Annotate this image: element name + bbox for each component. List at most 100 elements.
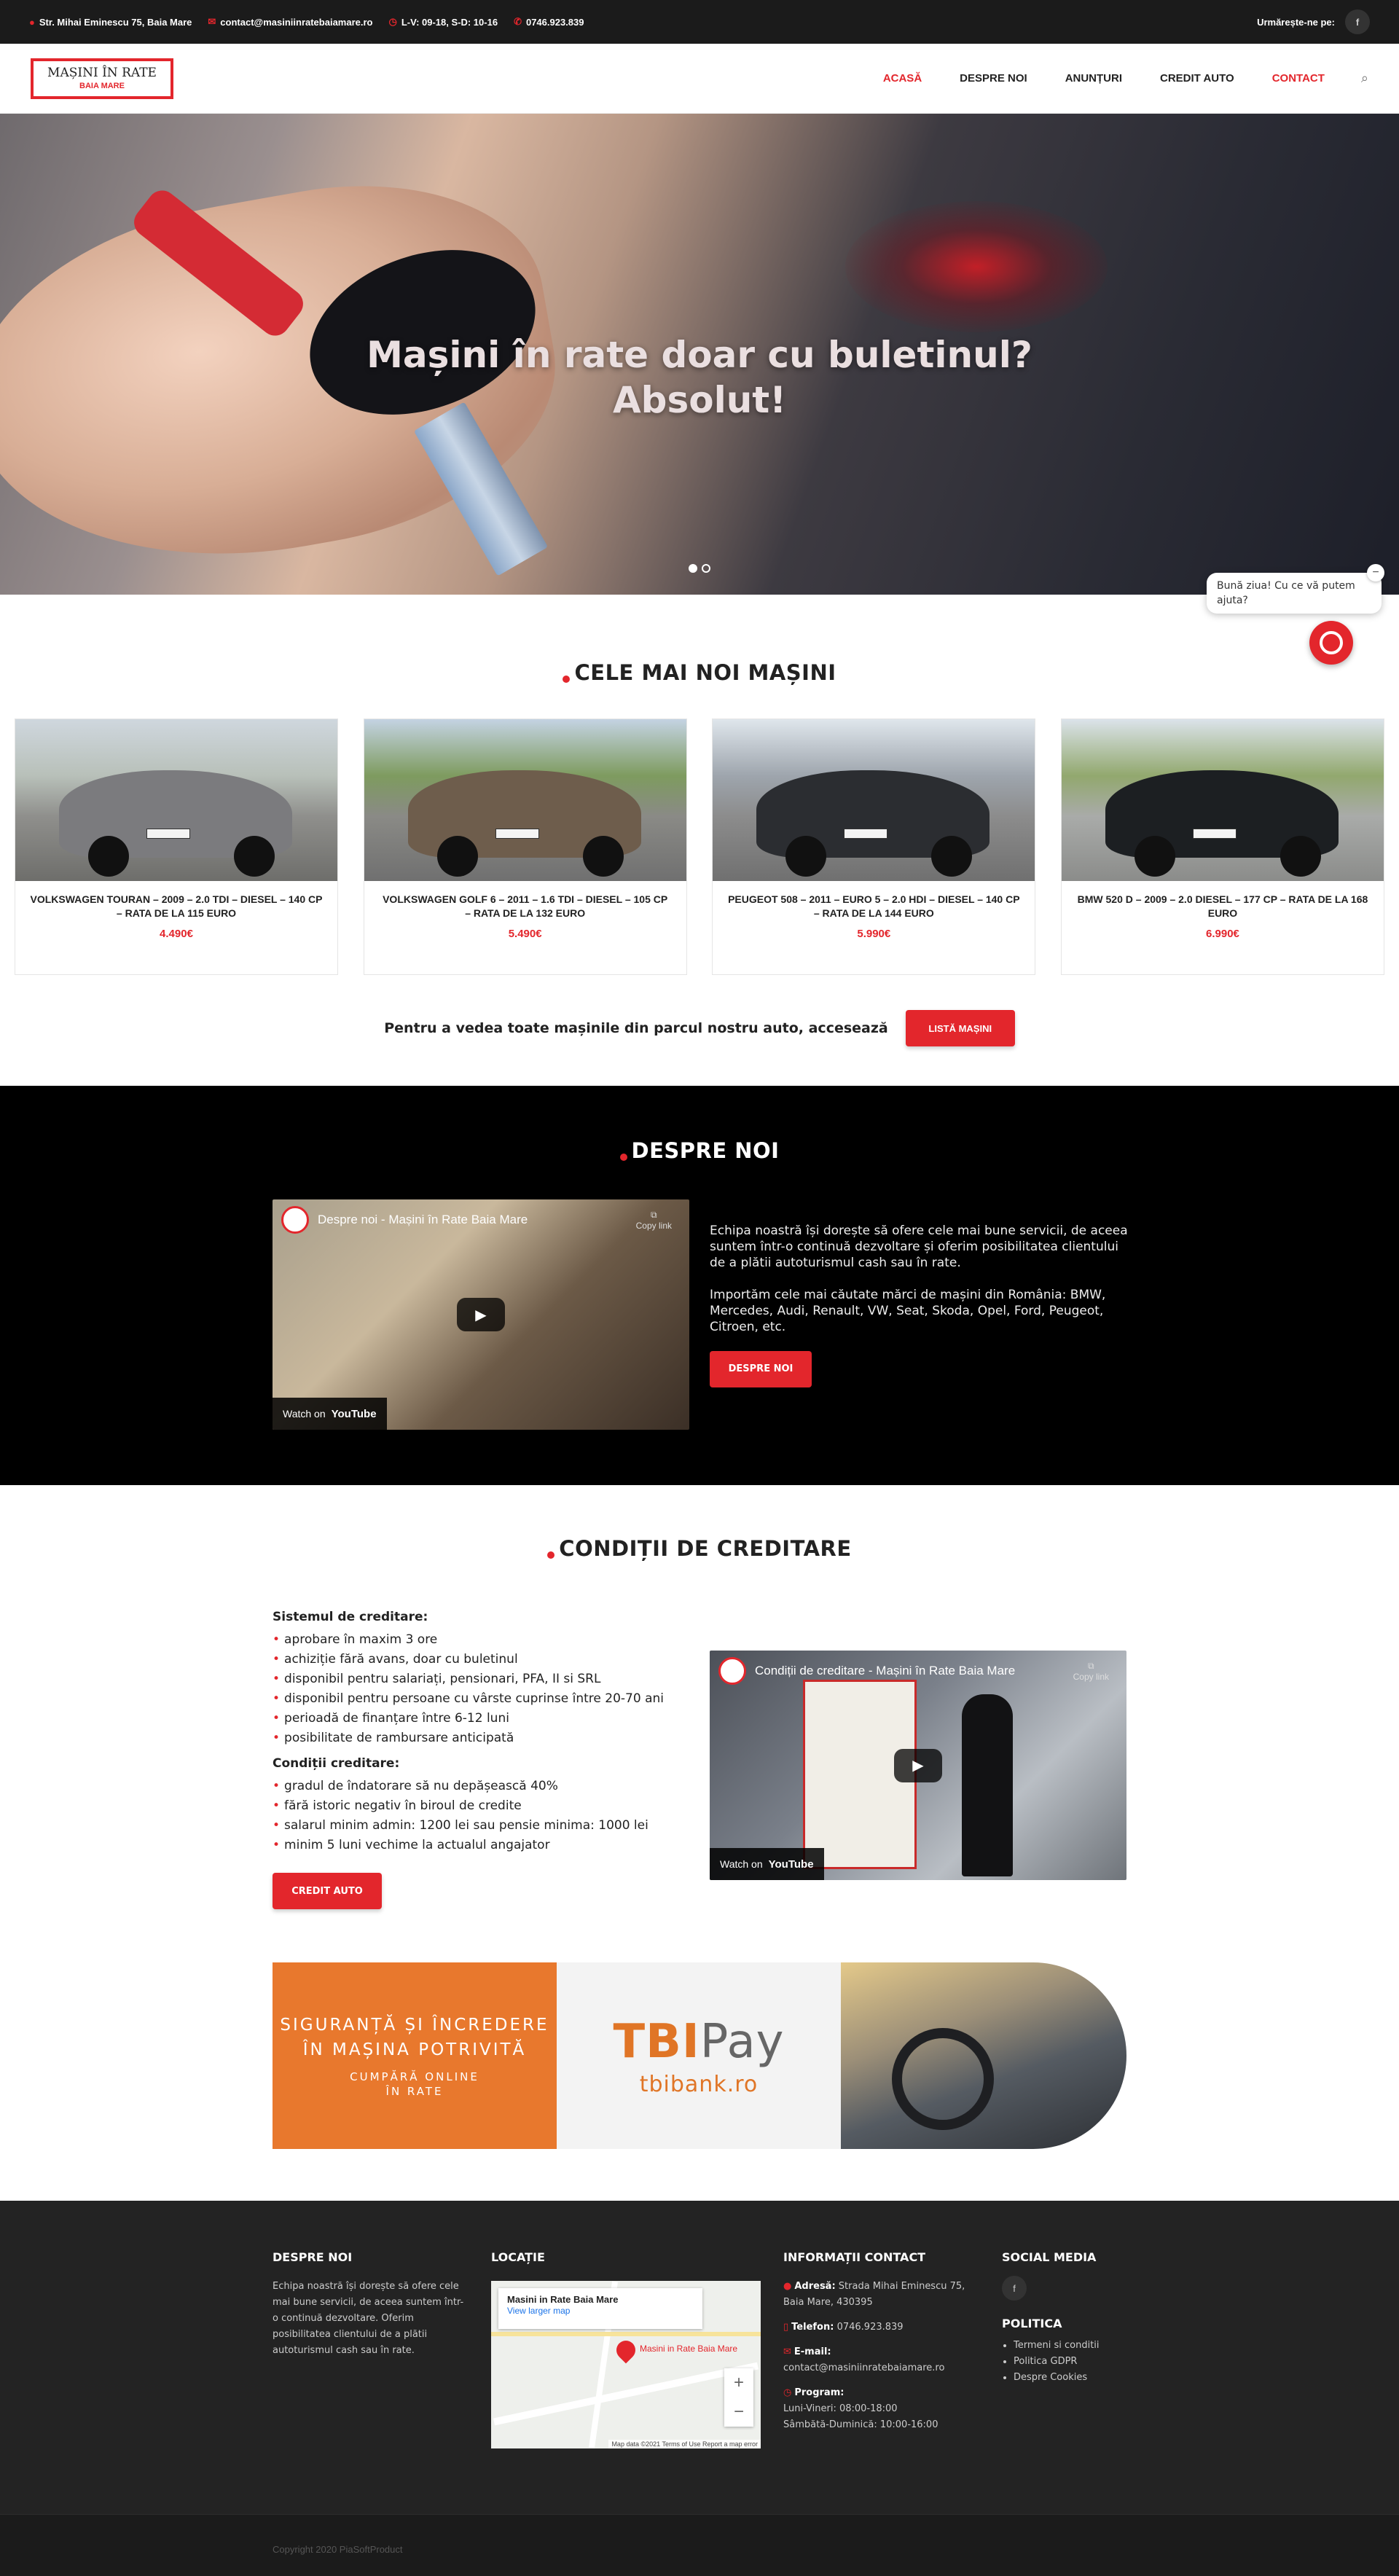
map-pin-icon[interactable] <box>612 2336 640 2364</box>
zoom-out-icon[interactable]: − <box>734 2402 744 2422</box>
policy-link[interactable]: Termeni si conditii <box>1014 2338 1148 2354</box>
youtube-logo: YouTube <box>331 1407 377 1420</box>
hero-car-light <box>845 201 1108 332</box>
map-place-name: Masini in Rate Baia Mare <box>507 2294 619 2305</box>
nav-credit[interactable]: CREDIT AUTO <box>1160 72 1234 85</box>
messenger-button[interactable] <box>1309 621 1353 665</box>
clock-icon: ◷ <box>388 16 397 27</box>
hero-title-line2: Absolut! <box>612 379 787 421</box>
channel-logo-icon <box>718 1657 746 1685</box>
map-zoom-controls: + − <box>724 2368 753 2427</box>
car-card[interactable]: BMW 520 D – 2009 – 2.0 DIESEL – 177 CP –… <box>1060 719 1384 975</box>
banner-brand: TBIPay tbibank.ro <box>557 1962 841 2149</box>
car-title[interactable]: PEUGEOT 508 – 2011 – EURO 5 – 2.0 HDI – … <box>713 881 1035 920</box>
phone-text[interactable]: 0746.923.839 <box>526 17 584 28</box>
tbi-pay-logo: TBIPay <box>613 2015 784 2069</box>
phone-item[interactable]: ✆ 0746.923.839 <box>514 16 584 28</box>
nav-contact[interactable]: CONTACT <box>1272 72 1325 85</box>
about-paragraph-1: Echipa noastră își dorește să ofere cele… <box>710 1224 1128 1270</box>
hero-slider: Mașini în rate doar cu buletinul? Absolut… <box>0 114 1399 595</box>
copy-link[interactable]: ⧉ Copy link <box>1073 1661 1109 1682</box>
play-icon[interactable]: ▶ <box>894 1748 942 1782</box>
about-paragraph-2: Importăm cele mai căutate mărci de mașin… <box>710 1288 1106 1334</box>
banner-line4: ÎN RATE <box>385 2085 444 2098</box>
car-image[interactable] <box>1061 719 1384 881</box>
slider-dot-2[interactable] <box>702 564 710 573</box>
footer-social-title: SOCIAL MEDIA <box>1002 2250 1097 2264</box>
car-image[interactable] <box>364 719 686 881</box>
car-title[interactable]: VOLKSWAGEN GOLF 6 – 2011 – 1.6 TDI – DIE… <box>364 881 686 920</box>
policy-link[interactable]: Politica GDPR <box>1014 2354 1148 2370</box>
title-bullet-icon <box>563 676 571 683</box>
map-attribution: Map data ©2021 Terms of Use Report a map… <box>608 2440 761 2448</box>
watch-on-youtube[interactable]: Watch on YouTube <box>710 1848 824 1880</box>
car-card[interactable]: PEUGEOT 508 – 2011 – EURO 5 – 2.0 HDI – … <box>712 719 1036 975</box>
latest-cars-title: CELE MAI NOI MAȘINI <box>0 660 1399 685</box>
watch-on-label: Watch on <box>720 1858 763 1870</box>
phone-label: Telefon: <box>791 2322 834 2333</box>
nav-listings[interactable]: ANUNȚURI <box>1065 72 1122 85</box>
search-icon[interactable]: ⌕ <box>1361 71 1368 86</box>
car-card[interactable]: VOLKSWAGEN GOLF 6 – 2011 – 1.6 TDI – DIE… <box>363 719 687 975</box>
chat-greeting[interactable]: Bună ziua! Cu ce vă putem ajuta? <box>1207 573 1382 614</box>
banner-line1: SIGURANȚĂ ȘI ÎNCREDERE <box>280 2016 549 2035</box>
copy-link[interactable]: ⧉ Copy link <box>636 1210 672 1231</box>
credit-video[interactable]: Condiții de creditare - Mașini în Rate B… <box>710 1651 1126 1880</box>
slider-dot-1[interactable] <box>689 564 697 573</box>
car-wheel <box>436 836 478 877</box>
play-icon[interactable]: ▶ <box>457 1298 505 1331</box>
copyright-bar: Copyright 2020 PiaSoftProduct <box>0 2514 1399 2576</box>
car-title[interactable]: BMW 520 D – 2009 – 2.0 DIESEL – 177 CP –… <box>1062 881 1384 920</box>
video-title[interactable]: Condiții de creditare - Mașini în Rate B… <box>755 1664 1015 1678</box>
map-larger-link[interactable]: View larger map <box>507 2306 570 2316</box>
close-icon[interactable]: − <box>1367 564 1384 582</box>
location-map[interactable]: Masini in Rate Baia Mare View larger map … <box>491 2281 761 2448</box>
address-text: Str. Mihai Eminescu 75, Baia Mare <box>39 16 192 28</box>
car-title[interactable]: VOLKSWAGEN TOURAN – 2009 – 2.0 TDI – DIE… <box>15 881 337 920</box>
map-pin-label: Masini in Rate Baia Mare <box>640 2344 738 2354</box>
site-header: MAȘINI ÎN RATE BAIA MARE ACASĂ DESPRE NO… <box>0 44 1399 114</box>
credit-section: CONDIȚII DE CREDITARE Sistemul de credit… <box>0 1485 1399 1909</box>
steering-wheel-image <box>892 2028 994 2130</box>
program-label: Program: <box>794 2387 845 2398</box>
tbi-pay-banner[interactable]: SIGURANȚĂ ȘI ÎNCREDERE ÎN MAȘINA POTRIVI… <box>273 1962 1126 2149</box>
nav-home[interactable]: ACASĂ <box>883 72 922 85</box>
car-wheel <box>785 836 827 877</box>
nav-about[interactable]: DESPRE NOI <box>960 72 1027 85</box>
footer-email[interactable]: contact@masiniinratebaiamare.ro <box>783 2362 944 2373</box>
about-button[interactable]: DESPRE NOI <box>710 1351 812 1387</box>
policy-link[interactable]: Despre Cookies <box>1014 2370 1148 2386</box>
site-logo[interactable]: MAȘINI ÎN RATE BAIA MARE <box>31 58 173 99</box>
car-image[interactable] <box>713 719 1035 881</box>
car-image[interactable] <box>15 719 337 881</box>
car-card[interactable]: VOLKSWAGEN TOURAN – 2009 – 2.0 TDI – DIE… <box>15 719 338 975</box>
credit-auto-button[interactable]: CREDIT AUTO <box>273 1873 382 1909</box>
footer-phone[interactable]: 0746.923.839 <box>837 2322 904 2333</box>
facebook-icon[interactable]: f <box>1002 2276 1027 2301</box>
car-wheel <box>88 836 129 877</box>
messenger-icon <box>1320 631 1343 654</box>
car-plate <box>844 829 888 839</box>
watch-on-youtube[interactable]: Watch on YouTube <box>273 1398 387 1430</box>
all-cars-text: Pentru a vedea toate mașinile din parcul… <box>384 1020 888 1036</box>
email-text[interactable]: contact@masiniinratebaiamare.ro <box>220 17 372 28</box>
facebook-icon[interactable]: f <box>1345 9 1370 34</box>
car-plate <box>495 829 539 839</box>
address-label: Adresă: <box>794 2281 836 2292</box>
list-item: perioadă de finanțare între 6-12 luni <box>273 1709 695 1729</box>
list-item: fără istoric negativ în biroul de credit… <box>273 1796 695 1816</box>
email-item[interactable]: ✉ contact@masiniinratebaiamare.ro <box>208 16 372 28</box>
zoom-in-icon[interactable]: + <box>734 2373 744 2393</box>
phone-icon: ▯ <box>783 2322 789 2333</box>
about-title: DESPRE NOI <box>0 1138 1399 1163</box>
slider-dots <box>689 564 715 573</box>
video-title-bar: Condiții de creditare - Mașini în Rate B… <box>710 1651 1126 1691</box>
about-video[interactable]: Despre noi - Mașini în Rate Baia Mare ⧉ C… <box>273 1199 689 1430</box>
footer-social: SOCIAL MEDIA f POLITICA Termeni si condi… <box>1002 2250 1148 2386</box>
about-text: Echipa noastră își dorește să ofere cele… <box>710 1223 1129 1387</box>
footer-policy-title: POLITICA <box>1002 2317 1062 2330</box>
video-title[interactable]: Despre noi - Mașini în Rate Baia Mare <box>318 1213 528 1227</box>
copy-link-label: Copy link <box>635 1221 672 1231</box>
map-road <box>491 2332 761 2336</box>
car-list-button[interactable]: LISTĂ MAȘINI <box>905 1010 1015 1046</box>
